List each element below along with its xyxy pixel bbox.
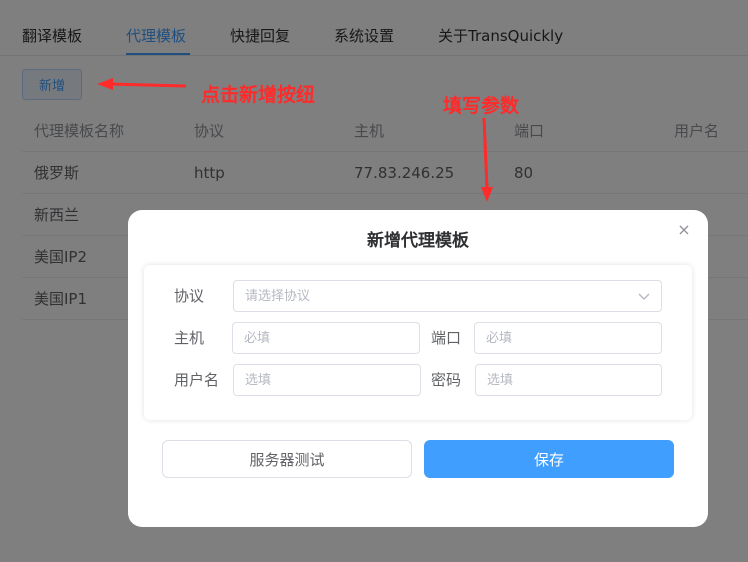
chevron-down-icon xyxy=(638,293,650,300)
protocol-label: 协议 xyxy=(174,287,205,305)
server-test-button[interactable]: 服务器测试 xyxy=(162,440,412,478)
port-label: 端口 xyxy=(431,329,462,347)
password-input[interactable] xyxy=(475,364,662,396)
username-label: 用户名 xyxy=(174,371,220,389)
host-input[interactable] xyxy=(232,322,420,354)
close-icon[interactable]: × xyxy=(676,222,692,238)
proxy-form: 协议 主机 端口 用户名 密码 xyxy=(144,265,692,420)
username-input[interactable] xyxy=(233,364,421,396)
host-label: 主机 xyxy=(174,329,205,347)
annotation-click-add: 点击新增按纽 xyxy=(201,84,316,106)
add-proxy-template-dialog: 新增代理模板 × 协议 主机 端口 用户名 密码 服务器测试 保存 xyxy=(128,210,708,527)
annotation-fill-params: 填写参数 xyxy=(443,95,520,117)
save-button[interactable]: 保存 xyxy=(424,440,674,478)
password-label: 密码 xyxy=(431,371,462,389)
port-input[interactable] xyxy=(474,322,662,354)
protocol-select-input[interactable] xyxy=(233,280,662,312)
dialog-title: 新增代理模板 xyxy=(367,231,469,251)
protocol-select[interactable] xyxy=(233,280,662,312)
